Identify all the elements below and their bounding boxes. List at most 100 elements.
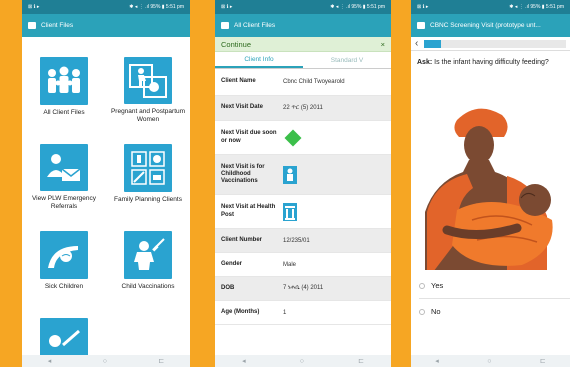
form-progress-bar — [424, 39, 566, 48]
radio-button[interactable] — [419, 282, 425, 289]
tile-sick-children[interactable]: Sick Children — [24, 211, 104, 298]
menu-grid: All Client Files Pregnant and Postpartum… — [22, 37, 190, 367]
status-diamond-icon — [284, 129, 302, 146]
status-bar: ⊠ ℹ ▸ ✱ ◂ ⋮ .ıl 95% ▮ 5:51 pm — [411, 0, 570, 14]
tile-label: Family Planning Clients — [114, 196, 182, 203]
table-row: Gender Male — [215, 253, 391, 277]
referral-icon — [40, 144, 88, 192]
recents-nav-icon[interactable]: ⊏ — [358, 357, 364, 365]
row-value: 7 ነሐሴ (4) 2011 — [283, 285, 324, 291]
recents-nav-icon[interactable]: ⊏ — [158, 357, 164, 365]
recents-nav-icon[interactable]: ⊏ — [540, 357, 546, 365]
status-right: ✱ ◂ ⋮ .ıl 95% ▮ 5:51 pm — [129, 4, 184, 10]
answer-option-yes[interactable]: Yes — [411, 281, 570, 290]
tab-client-info[interactable]: Client Info — [215, 52, 303, 68]
status-right: ✱ ◂ ⋮ .ıl 95% ▮ 5:51 pm — [330, 4, 385, 10]
table-row: DOB 7 ነሐሴ (4) 2011 — [215, 277, 391, 301]
divider — [419, 298, 570, 299]
tile-child-vaccinations[interactable]: Child Vaccinations — [108, 211, 188, 298]
tile-label: Sick Children — [44, 283, 84, 290]
android-nav-bar: ◂ ○ ⊏ — [411, 355, 570, 367]
row-label: Client Number — [221, 236, 263, 243]
status-bar: ⊠ ℹ ▸ ✱ ◂ ⋮ .ıl 95% ▮ 5:51 pm — [22, 0, 190, 14]
tab-bar: Client Info Standard V — [215, 52, 391, 69]
tab-standard-visit[interactable]: Standard V — [303, 52, 391, 68]
app-bar: CBNC Screening Visit (prototype unt... — [411, 14, 570, 37]
status-left: ⊠ ℹ ▸ — [417, 4, 429, 10]
sick-child-icon — [40, 231, 88, 279]
back-nav-icon[interactable]: ◂ — [242, 357, 246, 365]
answer-label: No — [431, 307, 441, 316]
row-value: Male — [283, 261, 297, 268]
app-bar: All Client Files — [215, 14, 391, 37]
phone-screen-client-files: ⊠ ℹ ▸ ✱ ◂ ⋮ .ıl 95% ▮ 5:51 pm Client Fil… — [22, 0, 190, 367]
back-arrow-icon[interactable]: ‹ — [415, 38, 418, 49]
family-planning-icon — [124, 144, 172, 192]
status-right: ✱ ◂ ⋮ .ıl 95% ▮ 5:51 pm — [509, 4, 564, 10]
vaccination-child-icon — [283, 165, 297, 184]
continue-label: Continue — [221, 39, 252, 49]
tile-family-planning[interactable]: Family Planning Clients — [108, 124, 188, 211]
form-toolbar: ‹ — [411, 37, 570, 51]
tile-label: All Client Files — [43, 109, 85, 116]
home-nav-icon[interactable]: ○ — [300, 358, 304, 365]
radio-button[interactable] — [419, 308, 425, 315]
question-body: Is the infant having difficulty feeding? — [432, 59, 549, 66]
pregnant-woman-icon — [124, 57, 172, 105]
row-label: Client Name — [221, 78, 256, 85]
briefcase-icon — [417, 22, 425, 29]
table-row: Client Name Cbnc Child Twoyearold — [215, 69, 391, 96]
table-row: Client Number 12/235/01 — [215, 229, 391, 253]
close-icon[interactable]: × — [381, 40, 385, 49]
answer-label: Yes — [431, 281, 444, 290]
answer-option-no[interactable]: No — [411, 307, 570, 316]
status-bar: ⊠ ℹ ▸ ✱ ◂ ⋮ .ıl 95% ▮ 5:51 pm — [215, 0, 391, 14]
tile-label: Pregnant and Postpartum Women — [110, 108, 186, 124]
question-prefix: Ask: — [417, 59, 433, 66]
table-row: Next Visit Date 22 ጥር (5) 2011 — [215, 96, 391, 121]
android-nav-bar: ◂ ○ ⊏ — [215, 355, 391, 367]
table-row: Next Visit at Health Post — [215, 195, 391, 229]
table-row: Next Visit is for Childhood Vaccinations — [215, 155, 391, 195]
family-icon — [40, 57, 88, 105]
back-nav-icon[interactable]: ◂ — [48, 357, 52, 365]
android-nav-bar: ◂ ○ ⊏ — [22, 355, 190, 367]
table-row: Next Visit due soon or now — [215, 121, 391, 155]
tile-pregnant-postpartum[interactable]: Pregnant and Postpartum Women — [108, 37, 188, 124]
app-title: All Client Files — [234, 22, 276, 29]
briefcase-icon — [28, 22, 36, 29]
row-label: Gender — [221, 260, 243, 267]
row-label: Next Visit Date — [221, 104, 263, 111]
status-left: ⊠ ℹ ▸ — [28, 4, 40, 10]
row-value: 1 — [283, 309, 287, 316]
home-nav-icon[interactable]: ○ — [487, 358, 491, 365]
tile-label: View PLW Emergency Referrals — [31, 195, 97, 211]
table-row: Age (Months) 1 — [215, 301, 391, 325]
app-title: CBNC Screening Visit (prototype unt... — [430, 22, 541, 29]
tile-label: Child Vaccinations — [121, 283, 175, 290]
row-label: Next Visit is for Childhood Vaccinations — [221, 163, 265, 185]
breastfeeding-illustration — [417, 100, 567, 280]
continue-banner[interactable]: Continue × — [215, 37, 391, 52]
health-post-icon — [283, 202, 297, 221]
row-label: Next Visit due soon or now — [221, 130, 277, 144]
row-value: Cbnc Child Twoyearold — [283, 79, 345, 85]
question-text: Ask: Is the infant having difficulty fee… — [411, 51, 570, 68]
tile-plw-referrals[interactable]: View PLW Emergency Referrals — [24, 124, 104, 211]
app-bar: Client Files — [22, 14, 190, 37]
row-label: Next Visit at Health Post — [221, 204, 276, 218]
vaccination-icon — [124, 231, 172, 279]
back-nav-icon[interactable]: ◂ — [435, 357, 439, 365]
client-info-table: Client Name Cbnc Child Twoyearold Next V… — [215, 69, 391, 325]
row-value: 22 ጥር (5) 2011 — [283, 104, 323, 111]
row-label: DOB — [221, 284, 235, 291]
briefcase-icon — [221, 22, 229, 29]
phone-screen-client-details: ⊠ ℹ ▸ ✱ ◂ ⋮ .ıl 95% ▮ 5:51 pm All Client… — [215, 0, 391, 367]
progress-fill — [424, 39, 442, 48]
status-left: ⊠ ℹ ▸ — [221, 4, 233, 10]
tile-all-client-files[interactable]: All Client Files — [24, 37, 104, 124]
row-label: Age (Months) — [221, 308, 260, 315]
home-nav-icon[interactable]: ○ — [103, 358, 107, 365]
row-value: 12/235/01 — [283, 237, 310, 244]
phone-screen-screening-visit: ⊠ ℹ ▸ ✱ ◂ ⋮ .ıl 95% ▮ 5:51 pm CBNC Scree… — [411, 0, 570, 367]
